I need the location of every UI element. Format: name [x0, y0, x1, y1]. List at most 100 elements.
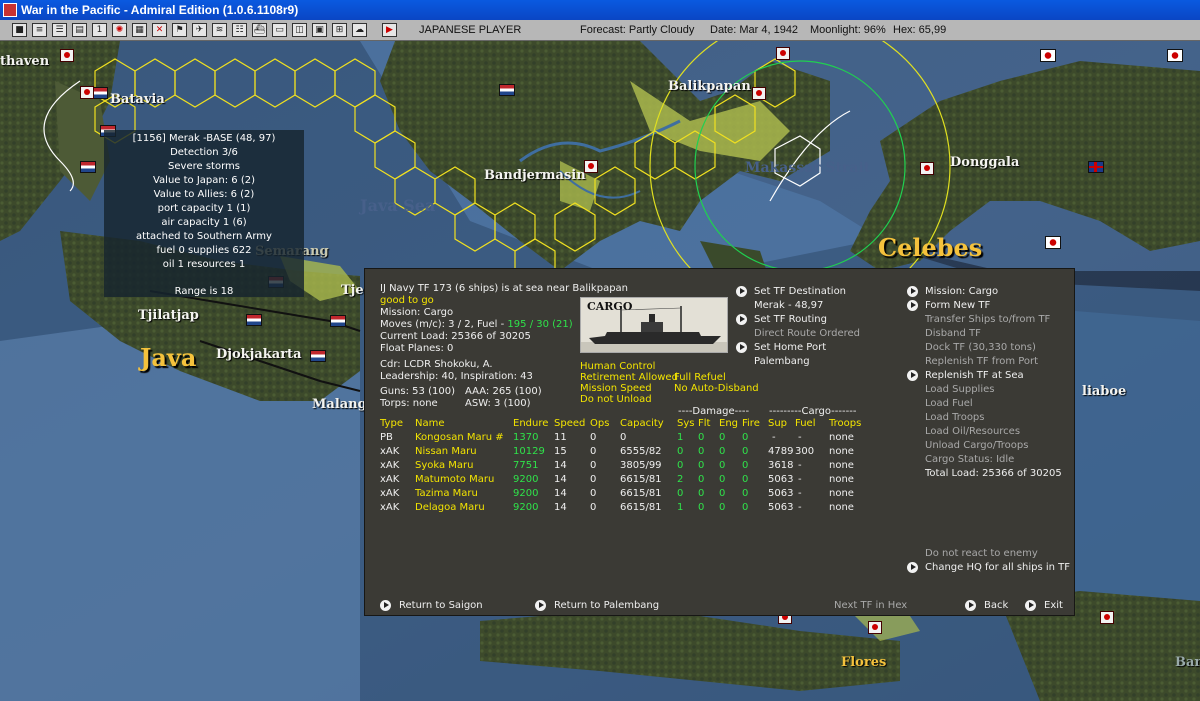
- dutch-flag-icon[interactable]: [92, 87, 108, 99]
- col-ops[interactable]: Ops: [590, 418, 609, 429]
- exit-button[interactable]: Exit: [1044, 600, 1063, 611]
- arrow-icon[interactable]: [907, 562, 918, 573]
- arrow-icon[interactable]: [736, 342, 747, 353]
- transit-button[interactable]: ≋: [212, 23, 227, 37]
- col-troops[interactable]: Troops: [829, 418, 861, 429]
- tf-commander[interactable]: Cdr: LCDR Shokoku, A.: [380, 359, 493, 370]
- japanese-unit-icon[interactable]: [80, 86, 94, 99]
- ship-name-link[interactable]: Nissan Maru: [415, 446, 477, 457]
- ship-name-link[interactable]: Matumoto Maru: [415, 474, 494, 485]
- arrow-icon[interactable]: [907, 286, 918, 297]
- japanese-unit-icon[interactable]: [1100, 611, 1114, 624]
- ships-button[interactable]: ⛴: [252, 23, 267, 37]
- place-tjilatjap[interactable]: Tjilatjap: [138, 308, 199, 323]
- japanese-unit-icon[interactable]: [920, 162, 934, 175]
- col-sys[interactable]: Sys: [677, 418, 694, 429]
- arrow-icon[interactable]: [907, 370, 918, 381]
- report-button[interactable]: ≡: [32, 23, 47, 37]
- return-to-saigon-button[interactable]: Return to Saigon: [399, 600, 483, 611]
- place-liaboe[interactable]: liaboe: [1082, 384, 1126, 399]
- place-banda[interactable]: Band: [1175, 655, 1200, 670]
- place-batavia[interactable]: Batavia: [110, 92, 165, 107]
- info-button[interactable]: 1: [92, 23, 107, 37]
- arms-button[interactable]: ✕: [152, 23, 167, 37]
- dutch-flag-icon[interactable]: [499, 84, 515, 96]
- mission-cargo-button[interactable]: Mission: Cargo: [925, 286, 998, 297]
- ship-name-link[interactable]: Syoka Maru: [415, 460, 474, 471]
- set-home-port-button[interactable]: Set Home Port: [754, 342, 826, 353]
- arrow-icon[interactable]: [535, 600, 546, 611]
- human-control-toggle[interactable]: Human Control: [580, 361, 655, 372]
- dutch-flag-icon[interactable]: [246, 314, 262, 326]
- set-tf-destination-button[interactable]: Set TF Destination: [754, 286, 846, 297]
- base-info-line: port capacity 1 (1): [157, 203, 251, 214]
- japanese-unit-icon[interactable]: [776, 47, 790, 60]
- arrow-icon[interactable]: [736, 314, 747, 325]
- col-endure[interactable]: Endure: [513, 418, 548, 429]
- dutch-flag-icon[interactable]: [80, 161, 96, 173]
- back-button[interactable]: Back: [984, 600, 1008, 611]
- arrow-icon[interactable]: [380, 600, 391, 611]
- air-button[interactable]: ✈: [192, 23, 207, 37]
- lists-button[interactable]: ☷: [232, 23, 247, 37]
- japanese-unit-icon[interactable]: [868, 621, 882, 634]
- convoy-button[interactable]: ▣: [312, 23, 327, 37]
- japanese-unit-icon[interactable]: [584, 160, 598, 173]
- flag-button[interactable]: ⚑: [172, 23, 187, 37]
- british-flag-icon[interactable]: [1088, 161, 1104, 173]
- set-tf-routing-button[interactable]: Set TF Routing: [754, 314, 827, 325]
- map-button[interactable]: ▦: [132, 23, 147, 37]
- save-button[interactable]: ■: [12, 23, 27, 37]
- change-hq-button[interactable]: Change HQ for all ships in TF: [925, 562, 1070, 573]
- mission-speed-toggle[interactable]: Mission Speed: [580, 383, 652, 394]
- tf-button[interactable]: ▭: [272, 23, 287, 37]
- ops-button[interactable]: ◫: [292, 23, 307, 37]
- place-bandjermasin[interactable]: Bandjermasin: [484, 168, 586, 183]
- japanese-flag-icon[interactable]: [1045, 236, 1061, 249]
- col-speed[interactable]: Speed: [554, 418, 585, 429]
- replenish-at-sea-button[interactable]: Replenish TF at Sea: [925, 370, 1024, 381]
- japanese-unit-icon[interactable]: [60, 49, 74, 62]
- rising-sun-button[interactable]: ✺: [112, 23, 127, 37]
- col-sup[interactable]: Sup: [768, 418, 787, 429]
- japanese-flag-icon[interactable]: [1040, 49, 1056, 62]
- ship-name-link[interactable]: Delagoa Maru: [415, 502, 485, 513]
- no-react-toggle[interactable]: Do not react to enemy: [925, 548, 1038, 559]
- play-icon[interactable]: ▶: [382, 23, 397, 37]
- col-fire[interactable]: Fire: [742, 418, 760, 429]
- return-to-palembang-button[interactable]: Return to Palembang: [554, 600, 659, 611]
- col-flt[interactable]: Flt: [698, 418, 710, 429]
- col-type[interactable]: Type: [380, 418, 403, 429]
- japanese-flag-icon[interactable]: [1167, 49, 1183, 62]
- col-capacity[interactable]: Capacity: [620, 418, 664, 429]
- place-celebes: Celebes: [878, 233, 983, 262]
- weather-button[interactable]: ☁: [352, 23, 367, 37]
- arrow-icon[interactable]: [907, 300, 918, 311]
- tf-moves: Moves (m/c): 3 / 2, Fuel - 195 / 30 (21): [380, 319, 573, 330]
- intel-button[interactable]: ☰: [52, 23, 67, 37]
- form-new-tf-button[interactable]: Form New TF: [925, 300, 990, 311]
- col-fuel[interactable]: Fuel: [795, 418, 815, 429]
- dutch-flag-icon[interactable]: [330, 315, 346, 327]
- ship-name-link[interactable]: Kongosan Maru #: [415, 432, 504, 443]
- retirement-allowed-toggle[interactable]: Retirement Allowed: [580, 372, 678, 383]
- arrow-icon[interactable]: [1025, 600, 1036, 611]
- col-eng[interactable]: Eng: [719, 418, 738, 429]
- arrow-icon[interactable]: [965, 600, 976, 611]
- arrow-icon[interactable]: [736, 286, 747, 297]
- next-tf-in-hex-button[interactable]: Next TF in Hex: [834, 600, 907, 611]
- japanese-unit-icon[interactable]: [752, 87, 766, 100]
- ship-name-link[interactable]: Tazima Maru: [415, 488, 478, 499]
- place-donggala[interactable]: Donggala: [950, 155, 1019, 170]
- no-auto-disband-toggle[interactable]: No Auto-Disband: [674, 383, 759, 394]
- do-not-unload-toggle[interactable]: Do not Unload: [580, 394, 652, 405]
- place-djokjakarta[interactable]: Djokjakarta: [216, 347, 302, 362]
- ship-list-button[interactable]: ▤: [72, 23, 87, 37]
- place-malang[interactable]: Malang: [312, 397, 367, 412]
- dutch-flag-icon[interactable]: [310, 350, 326, 362]
- place-thaven[interactable]: thaven: [0, 54, 49, 69]
- col-name[interactable]: Name: [415, 418, 445, 429]
- place-balikpapan[interactable]: Balikpapan: [668, 79, 751, 94]
- full-refuel-toggle[interactable]: Full Refuel: [674, 372, 726, 383]
- hq-button[interactable]: ⊞: [332, 23, 347, 37]
